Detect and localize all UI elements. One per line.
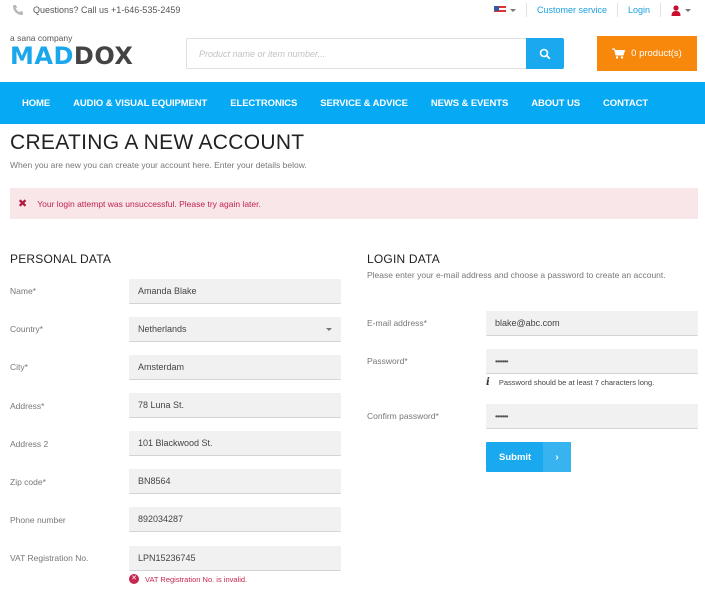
email-label: E-mail address* [367,318,427,328]
nav-item-audio-visual[interactable]: AUDIO & VISUAL EQUIPMENT [73,98,207,109]
logo-wordmark: MADDOX [10,43,133,69]
search-button[interactable] [526,38,564,69]
confirm-password-label: Confirm password* [367,411,439,421]
nav-item-service-advice[interactable]: SERVICE & ADVICE [320,98,408,109]
address2-field[interactable]: 101 Blackwood St. [129,431,341,456]
search-box [186,38,526,69]
zip-code-field[interactable]: BN8564 [129,469,341,494]
info-icon: i [486,377,490,388]
nav-item-home[interactable]: HOME [22,98,50,109]
cart-icon [612,48,626,59]
address-field[interactable]: 78 Luna St. [129,393,341,418]
zip-code-label: Zip code* [10,477,46,487]
chevron-down-icon [509,8,516,12]
password-field[interactable]: ••••••• [486,349,698,374]
error-alert: ✖ Your login attempt was unsuccessful. P… [10,188,698,219]
country-label: Country* [10,324,44,334]
page-title: CREATING A NEW ACCOUNT [10,131,305,154]
nav-item-electronics[interactable]: ELECTRONICS [230,98,297,109]
language-selector[interactable] [493,6,516,14]
country-value: Netherlands [138,324,187,334]
submit-label: Submit [499,451,532,463]
city-label: City* [10,362,28,372]
top-right-links: Customer service Login [493,2,691,18]
customer-service-link[interactable]: Customer service [537,5,607,15]
logo-part-dox: DOX [73,42,134,70]
city-field[interactable]: Amsterdam [129,355,341,380]
password-hint: i Password should be at least 7 characte… [486,377,654,388]
divider [616,3,618,17]
vat-error-text: VAT Registration No. is invalid. [145,574,248,584]
phone-field[interactable]: 892034287 [129,507,341,532]
vat-label: VAT Registration No. [10,553,89,563]
phone-icon [13,5,23,15]
address-label: Address* [10,401,45,411]
password-hint-text: Password should be at least 7 characters… [498,378,655,387]
page-intro: When you are new you can create your acc… [10,160,307,170]
password-label: Password* [367,356,408,366]
confirm-password-field[interactable]: ••••••• [486,404,698,429]
us-flag-icon [493,6,506,14]
nav-item-about-us[interactable]: ABOUT US [531,98,580,109]
name-field[interactable]: Amanda Blake [129,279,341,304]
error-circle-icon: ✕ [129,574,139,584]
main-nav: HOME AUDIO & VISUAL EQUIPMENT ELECTRONIC… [0,82,705,124]
phone-text: Questions? Call us +1-646-535-2459 [33,5,181,15]
logo[interactable]: a sana company MADDOX [10,33,133,69]
divider [660,3,661,17]
cart-button[interactable]: 0 product(s) [597,36,697,71]
vat-field[interactable]: LPN15236745 [129,546,341,571]
chevron-down-icon [326,328,332,331]
login-data-title: LOGIN DATA [367,252,440,266]
search-icon [539,48,551,59]
email-field[interactable]: blake@abc.com [486,311,698,336]
cart-label: 0 product(s) [631,48,682,59]
close-x-icon: ✖ [18,198,28,210]
account-menu[interactable] [671,4,691,16]
phone-contact: Questions? Call us +1-646-535-2459 [12,4,180,16]
chevron-right-icon: › [543,442,571,472]
alert-message: Your login attempt was unsuccessful. Ple… [37,198,261,209]
phone-label: Phone number [10,515,66,525]
user-icon [671,4,681,16]
address2-label: Address 2 [10,439,49,449]
name-label: Name* [10,286,36,296]
logo-part-mad: MAD [10,42,74,70]
login-link[interactable]: Login [628,5,650,15]
vat-error: ✕ VAT Registration No. is invalid. [129,574,247,584]
nav-item-news-events[interactable]: NEWS & EVENTS [431,98,508,109]
divider [525,3,527,17]
submit-button[interactable]: Submit › [486,442,571,472]
chevron-down-icon [685,8,691,12]
top-bar: Questions? Call us +1-646-535-2459 Custo… [0,0,705,20]
search-input[interactable] [187,39,526,68]
personal-data-title: PERSONAL DATA [10,252,112,266]
country-select[interactable]: Netherlands [129,317,341,342]
nav-item-contact[interactable]: CONTACT [603,98,648,109]
login-description: Please enter your e-mail address and cho… [367,270,666,280]
